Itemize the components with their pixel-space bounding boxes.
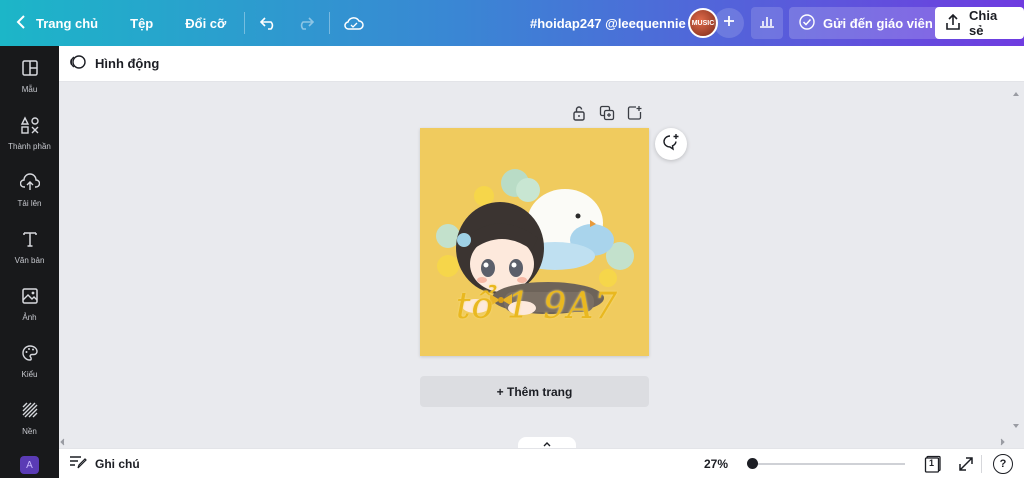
sidebar-item-label: Nền [22, 427, 37, 436]
resize-menu[interactable]: Đổi cỡ [185, 0, 226, 46]
zoom-level[interactable]: 27% [704, 457, 728, 471]
redo-icon[interactable] [291, 9, 319, 37]
document-title[interactable]: #hoidap247 @leequennie [530, 0, 686, 46]
sidebar-item-background[interactable]: Nền [0, 401, 59, 449]
notes-button[interactable]: Ghi chú [59, 455, 140, 472]
artwork-text[interactable]: tổ 1 9A7 [456, 286, 618, 327]
sidebar-item-styles[interactable]: Kiểu [0, 344, 59, 392]
sidebar-item-templates[interactable]: Mẫu [0, 59, 59, 107]
plus-icon [723, 14, 735, 32]
cloud-save-icon[interactable] [340, 9, 368, 37]
add-page-icon[interactable] [626, 104, 644, 122]
notes-label: Ghi chú [95, 456, 140, 471]
share-icon [945, 13, 961, 33]
template-icon [21, 59, 39, 85]
help-button[interactable]: ? [993, 454, 1013, 474]
divider [329, 12, 331, 34]
divider [244, 12, 246, 34]
lock-icon[interactable] [570, 104, 588, 122]
vertical-scrollbar[interactable] [1012, 90, 1020, 430]
top-bar: Trang chủ Tệp Đổi cỡ #hoidap247 @leequen… [0, 0, 1024, 46]
page-tools [570, 104, 644, 122]
sidebar-item-label: Văn bản [14, 256, 45, 265]
bottom-bar: Ghi chú 27% 1 ? [59, 448, 1024, 478]
send-label: Gửi đến giáo viên [823, 15, 933, 31]
upload-icon [19, 173, 40, 199]
palette-icon [21, 344, 39, 370]
sidebar-item-label: Mẫu [21, 85, 38, 94]
share-label: Chia sẻ [969, 8, 998, 38]
apps-glyph: A [26, 459, 33, 471]
comment-add-icon [662, 133, 680, 156]
add-collaborator-button[interactable] [714, 8, 744, 38]
notes-icon [69, 455, 87, 472]
send-to-teacher-button[interactable]: Gửi đến giáo viên [789, 7, 943, 39]
design-page[interactable]: tổ 1 9A7 [420, 128, 649, 356]
chevron-left-icon [16, 14, 26, 32]
text-icon [21, 230, 39, 256]
sidebar-item-photos[interactable]: Ảnh [0, 287, 59, 335]
home-button[interactable]: Trang chủ [0, 0, 98, 46]
bar-chart-icon [759, 14, 775, 33]
undo-icon[interactable] [255, 9, 283, 37]
animate-icon[interactable] [69, 53, 87, 74]
check-circle-icon [799, 13, 815, 33]
zoom-slider-handle[interactable] [747, 458, 758, 469]
editor-toolbar: Hình động [59, 46, 1024, 82]
apps-button[interactable]: A [20, 456, 39, 474]
home-label: Trang chủ [36, 15, 99, 31]
elements-icon [20, 116, 40, 142]
sidebar: Mẫu Thành phần Tải lên Văn bản Ảnh Kiểu [0, 46, 59, 478]
duplicate-page-icon[interactable] [598, 104, 616, 122]
sidebar-item-text[interactable]: Văn bản [0, 230, 59, 278]
page-count: 1 [929, 458, 935, 468]
file-menu[interactable]: Tệp [130, 0, 153, 46]
avatar-text: MUSIC [691, 19, 715, 27]
sidebar-item-label: Tải lên [17, 199, 42, 208]
animate-button[interactable]: Hình động [95, 56, 159, 71]
page-count-button[interactable]: 1 [924, 455, 942, 473]
sidebar-item-elements[interactable]: Thành phần [0, 116, 59, 164]
insights-button[interactable] [751, 7, 783, 39]
sidebar-item-label: Thành phần [8, 142, 51, 151]
sidebar-item-label: Kiểu [21, 370, 38, 379]
sidebar-item-uploads[interactable]: Tải lên [0, 173, 59, 221]
add-page-button[interactable]: + Thêm trang [420, 376, 649, 407]
help-icon: ? [999, 458, 1007, 470]
background-icon [21, 401, 39, 427]
divider [981, 455, 982, 473]
add-comment-button[interactable] [655, 128, 687, 160]
photo-icon [21, 287, 39, 313]
fullscreen-icon[interactable] [957, 455, 975, 473]
share-button[interactable]: Chia sẻ [935, 7, 1024, 39]
zoom-slider-track[interactable] [753, 463, 905, 465]
sidebar-item-label: Ảnh [22, 313, 37, 322]
